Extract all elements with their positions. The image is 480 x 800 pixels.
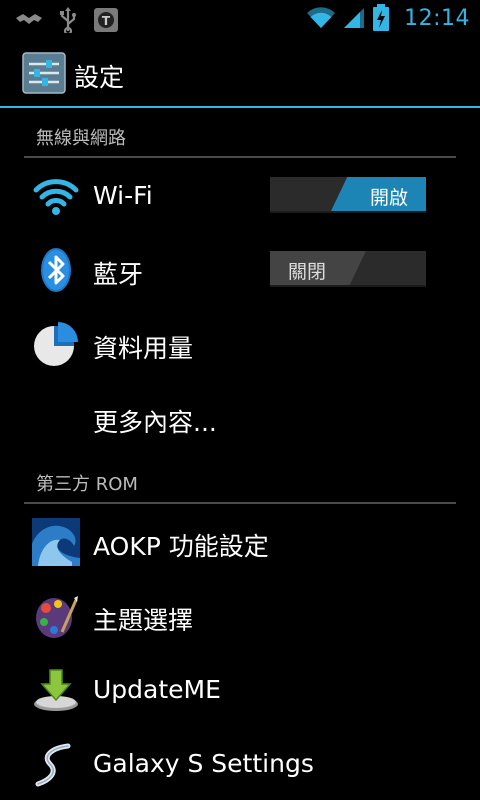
settings-item-label: 藍牙: [93, 260, 144, 289]
settings-item-label: 主題選擇: [93, 606, 194, 635]
settings-item-galaxy-s[interactable]: Galaxy S Settings: [0, 727, 480, 800]
action-bar: 設定: [0, 38, 480, 108]
notification-icons: T: [14, 6, 120, 34]
settings-item-label: UpdateME: [93, 675, 221, 704]
section-header-wireless: 無線與網路: [24, 110, 456, 158]
battery-charging-icon: [373, 4, 390, 31]
galaxy-s-icon: [35, 743, 71, 787]
toggle-label: 關閉: [288, 261, 327, 283]
divider: [24, 156, 456, 158]
usb-icon: [60, 7, 76, 33]
section-label: 第三方 ROM: [36, 474, 138, 495]
settings-sliders-icon[interactable]: [22, 52, 66, 94]
status-bar: T 12:14: [0, 0, 480, 38]
toggle-label: 開啟: [369, 187, 408, 209]
bluetooth-toggle[interactable]: 關閉: [270, 251, 426, 287]
palette-icon: [36, 596, 78, 638]
bluetooth-icon: [41, 248, 71, 292]
data-usage-pie-icon: [34, 322, 78, 366]
settings-item-bluetooth[interactable]: 藍牙 關閉: [0, 233, 480, 307]
settings-item-more[interactable]: 更多內容...: [0, 381, 480, 455]
section-label: 無線與網路: [36, 128, 126, 149]
wifi-toggle[interactable]: 開啟: [270, 177, 426, 213]
settings-item-updateme[interactable]: UpdateME: [0, 653, 480, 727]
settings-item-data-usage[interactable]: 資料用量: [0, 307, 480, 381]
settings-item-aokp[interactable]: AOKP 功能設定: [0, 505, 480, 579]
cell-signal-icon: [344, 8, 365, 28]
section-header-third-party-rom: 第三方 ROM: [24, 456, 456, 504]
svg-text:T: T: [102, 14, 111, 28]
clock: 12:14: [404, 5, 470, 31]
wifi-signal-icon: [307, 7, 336, 29]
divider: [24, 502, 456, 504]
settings-item-wifi[interactable]: Wi-Fi 開啟: [0, 159, 480, 233]
settings-item-label: Galaxy S Settings: [93, 749, 314, 778]
download-arrow-icon: [34, 669, 78, 711]
action-bar-divider: [0, 106, 480, 108]
settings-item-label: 更多內容...: [93, 408, 217, 437]
wifi-icon: [33, 179, 79, 215]
handshake-icon: [16, 14, 42, 24]
settings-item-label: AOKP 功能設定: [93, 532, 269, 561]
system-status-icons: 12:14: [306, 4, 470, 32]
debug-gear-icon: T: [94, 8, 118, 32]
settings-item-label: 資料用量: [93, 334, 194, 363]
settings-item-theme-chooser[interactable]: 主題選擇: [0, 579, 480, 653]
settings-item-label: Wi-Fi: [93, 181, 153, 210]
wave-icon: [32, 518, 80, 566]
page-title: 設定: [74, 63, 125, 92]
